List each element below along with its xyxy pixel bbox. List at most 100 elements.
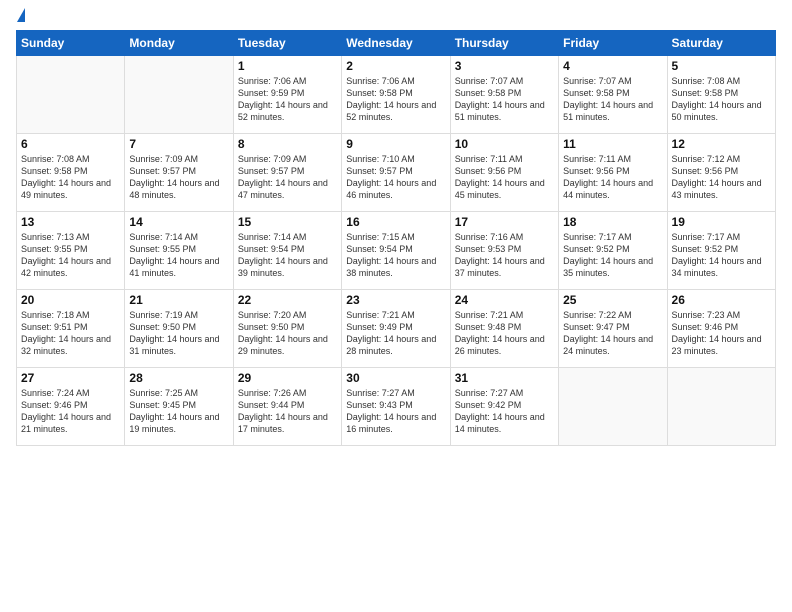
calendar-day-cell: 4 Sunrise: 7:07 AMSunset: 9:58 PMDaylight… <box>559 56 667 134</box>
day-info: Sunrise: 7:06 AMSunset: 9:59 PMDaylight:… <box>238 75 337 124</box>
page: SundayMondayTuesdayWednesdayThursdayFrid… <box>0 0 792 612</box>
calendar-day-cell: 21 Sunrise: 7:19 AMSunset: 9:50 PMDayligh… <box>125 290 233 368</box>
day-number: 25 <box>563 293 662 307</box>
weekday-header-sunday: Sunday <box>17 31 125 56</box>
day-number: 12 <box>672 137 771 151</box>
calendar-day-cell: 10 Sunrise: 7:11 AMSunset: 9:56 PMDayligh… <box>450 134 558 212</box>
day-number: 1 <box>238 59 337 73</box>
day-number: 2 <box>346 59 445 73</box>
day-number: 29 <box>238 371 337 385</box>
calendar-day-cell <box>667 368 775 446</box>
day-number: 27 <box>21 371 120 385</box>
day-info: Sunrise: 7:14 AMSunset: 9:55 PMDaylight:… <box>129 231 228 280</box>
day-info: Sunrise: 7:21 AMSunset: 9:49 PMDaylight:… <box>346 309 445 358</box>
weekday-header-thursday: Thursday <box>450 31 558 56</box>
day-number: 4 <box>563 59 662 73</box>
day-number: 9 <box>346 137 445 151</box>
day-number: 14 <box>129 215 228 229</box>
weekday-header-friday: Friday <box>559 31 667 56</box>
day-info: Sunrise: 7:08 AMSunset: 9:58 PMDaylight:… <box>21 153 120 202</box>
calendar-day-cell: 16 Sunrise: 7:15 AMSunset: 9:54 PMDayligh… <box>342 212 450 290</box>
day-number: 6 <box>21 137 120 151</box>
calendar-day-cell: 26 Sunrise: 7:23 AMSunset: 9:46 PMDayligh… <box>667 290 775 368</box>
day-info: Sunrise: 7:07 AMSunset: 9:58 PMDaylight:… <box>563 75 662 124</box>
day-info: Sunrise: 7:23 AMSunset: 9:46 PMDaylight:… <box>672 309 771 358</box>
day-number: 13 <box>21 215 120 229</box>
calendar-day-cell: 14 Sunrise: 7:14 AMSunset: 9:55 PMDayligh… <box>125 212 233 290</box>
calendar-header-row: SundayMondayTuesdayWednesdayThursdayFrid… <box>17 31 776 56</box>
header <box>16 12 776 22</box>
day-info: Sunrise: 7:11 AMSunset: 9:56 PMDaylight:… <box>563 153 662 202</box>
day-info: Sunrise: 7:21 AMSunset: 9:48 PMDaylight:… <box>455 309 554 358</box>
day-number: 18 <box>563 215 662 229</box>
day-info: Sunrise: 7:15 AMSunset: 9:54 PMDaylight:… <box>346 231 445 280</box>
day-info: Sunrise: 7:16 AMSunset: 9:53 PMDaylight:… <box>455 231 554 280</box>
calendar-day-cell: 27Sunrise: 7:24 AMSunset: 9:46 PMDayligh… <box>17 368 125 446</box>
day-number: 30 <box>346 371 445 385</box>
calendar-day-cell: 7 Sunrise: 7:09 AMSunset: 9:57 PMDaylight… <box>125 134 233 212</box>
logo <box>16 12 25 22</box>
day-info: Sunrise: 7:10 AMSunset: 9:57 PMDaylight:… <box>346 153 445 202</box>
weekday-header-wednesday: Wednesday <box>342 31 450 56</box>
day-number: 31 <box>455 371 554 385</box>
calendar-day-cell: 18 Sunrise: 7:17 AMSunset: 9:52 PMDayligh… <box>559 212 667 290</box>
calendar-day-cell: 12 Sunrise: 7:12 AMSunset: 9:56 PMDayligh… <box>667 134 775 212</box>
weekday-header-saturday: Saturday <box>667 31 775 56</box>
calendar-day-cell: 20Sunrise: 7:18 AMSunset: 9:51 PMDayligh… <box>17 290 125 368</box>
day-number: 8 <box>238 137 337 151</box>
day-number: 10 <box>455 137 554 151</box>
day-number: 22 <box>238 293 337 307</box>
calendar-week-row: 20Sunrise: 7:18 AMSunset: 9:51 PMDayligh… <box>17 290 776 368</box>
calendar-day-cell: 9 Sunrise: 7:10 AMSunset: 9:57 PMDaylight… <box>342 134 450 212</box>
day-info: Sunrise: 7:06 AMSunset: 9:58 PMDaylight:… <box>346 75 445 124</box>
calendar-day-cell: 6 Sunrise: 7:08 AMSunset: 9:58 PMDaylight… <box>17 134 125 212</box>
weekday-header-tuesday: Tuesday <box>233 31 341 56</box>
day-info: Sunrise: 7:17 AMSunset: 9:52 PMDaylight:… <box>563 231 662 280</box>
calendar-week-row: 1 Sunrise: 7:06 AMSunset: 9:59 PMDaylight… <box>17 56 776 134</box>
day-info: Sunrise: 7:27 AMSunset: 9:42 PMDaylight:… <box>455 387 554 436</box>
day-info: Sunrise: 7:22 AMSunset: 9:47 PMDaylight:… <box>563 309 662 358</box>
day-info: Sunrise: 7:18 AMSunset: 9:51 PMDaylight:… <box>21 309 120 358</box>
calendar-day-cell: 11 Sunrise: 7:11 AMSunset: 9:56 PMDayligh… <box>559 134 667 212</box>
weekday-header-monday: Monday <box>125 31 233 56</box>
day-info: Sunrise: 7:14 AMSunset: 9:54 PMDaylight:… <box>238 231 337 280</box>
calendar-day-cell: 19Sunrise: 7:17 AMSunset: 9:52 PMDayligh… <box>667 212 775 290</box>
calendar-day-cell: 3Sunrise: 7:07 AMSunset: 9:58 PMDaylight… <box>450 56 558 134</box>
calendar-day-cell <box>17 56 125 134</box>
day-info: Sunrise: 7:08 AMSunset: 9:58 PMDaylight:… <box>672 75 771 124</box>
calendar-day-cell: 8 Sunrise: 7:09 AMSunset: 9:57 PMDaylight… <box>233 134 341 212</box>
day-number: 3 <box>455 59 554 73</box>
day-info: Sunrise: 7:27 AMSunset: 9:43 PMDaylight:… <box>346 387 445 436</box>
day-info: Sunrise: 7:09 AMSunset: 9:57 PMDaylight:… <box>238 153 337 202</box>
calendar-day-cell: 17Sunrise: 7:16 AMSunset: 9:53 PMDayligh… <box>450 212 558 290</box>
calendar-day-cell: 13 Sunrise: 7:13 AMSunset: 9:55 PMDayligh… <box>17 212 125 290</box>
day-info: Sunrise: 7:11 AMSunset: 9:56 PMDaylight:… <box>455 153 554 202</box>
day-number: 19 <box>672 215 771 229</box>
day-number: 21 <box>129 293 228 307</box>
calendar-day-cell: 30 Sunrise: 7:27 AMSunset: 9:43 PMDayligh… <box>342 368 450 446</box>
calendar-day-cell: 23 Sunrise: 7:21 AMSunset: 9:49 PMDayligh… <box>342 290 450 368</box>
day-info: Sunrise: 7:26 AMSunset: 9:44 PMDaylight:… <box>238 387 337 436</box>
day-info: Sunrise: 7:13 AMSunset: 9:55 PMDaylight:… <box>21 231 120 280</box>
calendar-day-cell <box>559 368 667 446</box>
day-number: 7 <box>129 137 228 151</box>
calendar-day-cell: 15 Sunrise: 7:14 AMSunset: 9:54 PMDayligh… <box>233 212 341 290</box>
day-number: 5 <box>672 59 771 73</box>
day-number: 16 <box>346 215 445 229</box>
calendar-week-row: 6 Sunrise: 7:08 AMSunset: 9:58 PMDaylight… <box>17 134 776 212</box>
calendar-day-cell: 22 Sunrise: 7:20 AMSunset: 9:50 PMDayligh… <box>233 290 341 368</box>
calendar-day-cell: 2 Sunrise: 7:06 AMSunset: 9:58 PMDaylight… <box>342 56 450 134</box>
day-number: 11 <box>563 137 662 151</box>
calendar-day-cell: 5 Sunrise: 7:08 AMSunset: 9:58 PMDaylight… <box>667 56 775 134</box>
day-number: 23 <box>346 293 445 307</box>
day-info: Sunrise: 7:20 AMSunset: 9:50 PMDaylight:… <box>238 309 337 358</box>
day-number: 15 <box>238 215 337 229</box>
calendar-day-cell: 24Sunrise: 7:21 AMSunset: 9:48 PMDayligh… <box>450 290 558 368</box>
calendar-day-cell: 1 Sunrise: 7:06 AMSunset: 9:59 PMDaylight… <box>233 56 341 134</box>
calendar-day-cell <box>125 56 233 134</box>
day-info: Sunrise: 7:12 AMSunset: 9:56 PMDaylight:… <box>672 153 771 202</box>
calendar-day-cell: 28Sunrise: 7:25 AMSunset: 9:45 PMDayligh… <box>125 368 233 446</box>
day-number: 26 <box>672 293 771 307</box>
day-info: Sunrise: 7:19 AMSunset: 9:50 PMDaylight:… <box>129 309 228 358</box>
day-info: Sunrise: 7:09 AMSunset: 9:57 PMDaylight:… <box>129 153 228 202</box>
